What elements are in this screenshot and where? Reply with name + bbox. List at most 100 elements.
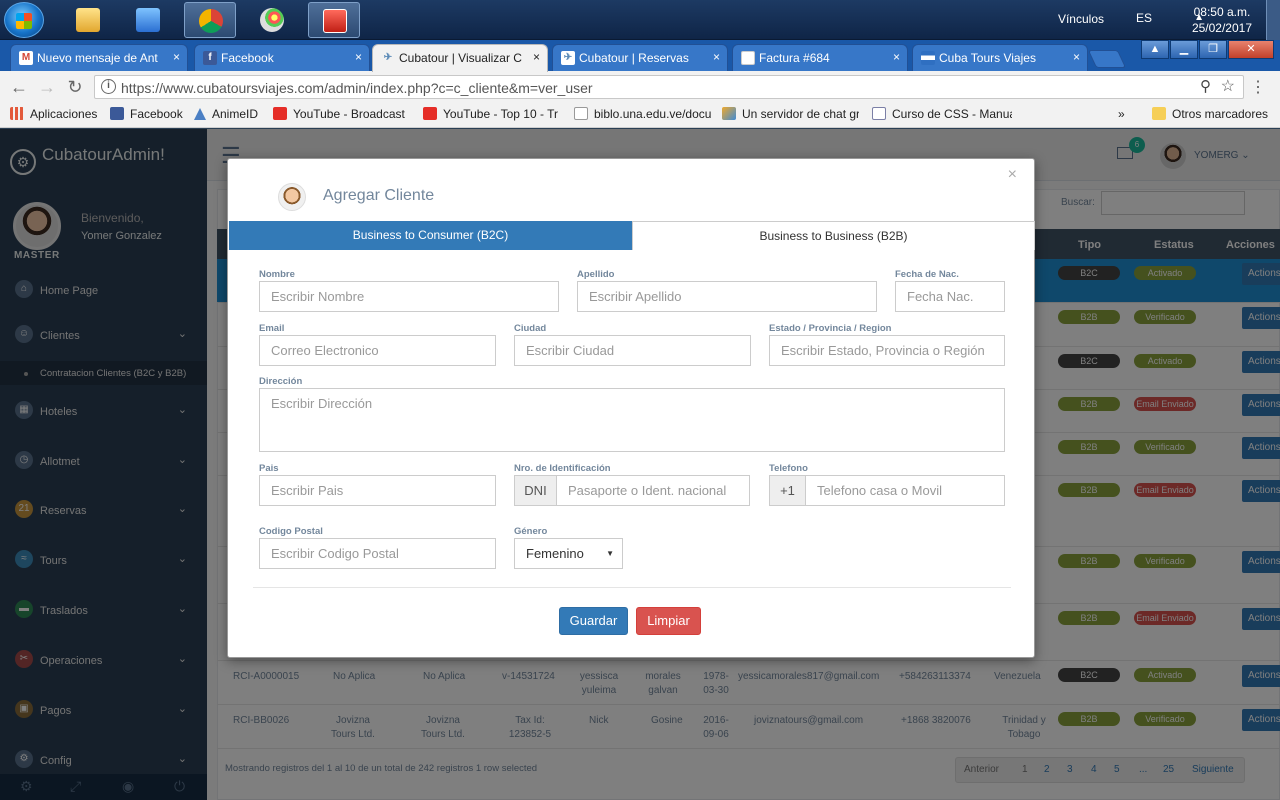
windows-taskbar: Vínculos ES ▲ 08:50 a.m. 25/02/2017 bbox=[0, 0, 1280, 40]
folder-icon bbox=[76, 8, 100, 32]
browser-tab[interactable]: Cuba Tours Viajes × bbox=[912, 44, 1088, 71]
genero-select[interactable]: Femenino ▼ bbox=[514, 538, 623, 569]
apellido-label: Apellido bbox=[577, 269, 615, 280]
app-taskbar-button[interactable] bbox=[308, 2, 360, 38]
bookmark-css[interactable]: Curso de CSS - Manua bbox=[872, 107, 1012, 121]
clock[interactable]: 08:50 a.m. 25/02/2017 bbox=[1192, 4, 1252, 36]
estado-input[interactable]: Escribir Estado, Provincia o Región bbox=[769, 335, 1005, 366]
forward-button[interactable]: → bbox=[36, 77, 58, 97]
browser-tab[interactable]: Factura #684 × bbox=[732, 44, 908, 71]
pais-label: Pais bbox=[259, 463, 279, 474]
zoom-icon[interactable]: ⚲ bbox=[1200, 77, 1211, 95]
caret-down-icon: ▼ bbox=[606, 549, 614, 558]
clock-time: 08:50 a.m. bbox=[1193, 5, 1251, 19]
pais-input[interactable]: Escribir Pais bbox=[259, 475, 496, 506]
plane-icon: ✈ bbox=[383, 52, 393, 63]
modal-divider bbox=[253, 587, 1011, 588]
apellido-input[interactable]: Escribir Apellido bbox=[577, 281, 877, 312]
email-input[interactable]: Correo Electronico bbox=[259, 335, 496, 366]
phone-prefix-addon: +1 bbox=[769, 475, 806, 506]
identificacion-input[interactable]: Pasaporte o Ident. nacional bbox=[556, 475, 750, 506]
bookmark-chat[interactable]: Un servidor de chat gr bbox=[722, 107, 859, 121]
tab-title: Cubatour | Reservas bbox=[579, 51, 689, 65]
facebook-icon: f bbox=[203, 51, 217, 65]
fecha-input[interactable]: Fecha Nac. bbox=[895, 281, 1005, 312]
bookmark-label: YouTube - Top 10 - Tr bbox=[443, 107, 558, 121]
show-desktop-button[interactable] bbox=[1266, 0, 1280, 40]
bookmark-facebook[interactable]: Facebook bbox=[110, 107, 183, 121]
close-tab-icon[interactable]: × bbox=[533, 50, 540, 64]
direccion-textarea[interactable]: Escribir Dirección bbox=[259, 388, 1005, 452]
telefono-input[interactable]: Telefono casa o Movil bbox=[805, 475, 1005, 506]
paint-taskbar-button[interactable] bbox=[246, 2, 298, 38]
dni-addon: DNI bbox=[514, 475, 557, 506]
browser-tab[interactable]: ✈ Cubatour | Reservas × bbox=[552, 44, 728, 71]
close-tab-icon[interactable]: × bbox=[713, 50, 720, 64]
facebook-icon bbox=[110, 107, 124, 120]
fecha-label: Fecha de Nac. bbox=[895, 269, 959, 280]
browser-menu-icon[interactable]: ⋮ bbox=[1250, 77, 1266, 97]
bookmark-biblo[interactable]: biblo.una.edu.ve/docu bbox=[574, 107, 711, 121]
youtube-icon bbox=[423, 107, 437, 120]
add-client-modal: × Agregar Cliente Business to Consumer (… bbox=[227, 158, 1035, 658]
ciudad-input[interactable]: Escribir Ciudad bbox=[514, 335, 751, 366]
explorer-taskbar-button[interactable] bbox=[62, 2, 114, 38]
minimize-button[interactable]: ▁ bbox=[1170, 40, 1198, 59]
postal-input[interactable]: Escribir Codigo Postal bbox=[259, 538, 496, 569]
tab-b2b[interactable]: Business to Business (B2B) bbox=[632, 221, 1035, 250]
close-tab-icon[interactable]: × bbox=[1073, 50, 1080, 64]
address-bar[interactable]: i https://www.cubatoursviajes.com/admin/… bbox=[94, 75, 1244, 99]
clear-button[interactable]: Limpiar bbox=[636, 607, 701, 635]
bookmark-youtube-top10[interactable]: YouTube - Top 10 - Tr bbox=[423, 107, 560, 121]
maximize-button[interactable]: ❐ bbox=[1199, 40, 1227, 59]
start-button[interactable] bbox=[4, 2, 44, 38]
bookmark-label: AnimeID bbox=[212, 107, 259, 121]
window-controls: ▲ ▁ ❐ ✕ bbox=[1140, 40, 1274, 60]
bookmark-other[interactable]: Otros marcadores bbox=[1152, 107, 1268, 121]
bookmark-animeid[interactable]: AnimeID bbox=[194, 107, 258, 121]
gmail-icon: M bbox=[19, 51, 33, 65]
close-tab-icon[interactable]: × bbox=[355, 50, 362, 64]
browser-toolbar: ← → ↻ i https://www.cubatoursviajes.com/… bbox=[0, 71, 1280, 103]
postal-label: Codigo Postal bbox=[259, 526, 323, 537]
browser-tab-active[interactable]: ✈ Cubatour | Visualizar C × bbox=[372, 44, 548, 72]
save-button[interactable]: Guardar bbox=[559, 607, 628, 635]
estado-label: Estado / Provincia / Region bbox=[769, 323, 892, 334]
bookmark-youtube-broadcast[interactable]: YouTube - Broadcast Y bbox=[273, 107, 408, 121]
profile-icon[interactable]: ▲ bbox=[1141, 40, 1169, 59]
chrome-icon bbox=[199, 9, 223, 33]
nombre-input[interactable]: Escribir Nombre bbox=[259, 281, 559, 312]
bookmarks-bar: Aplicaciones Facebook AnimeID YouTube - … bbox=[0, 103, 1280, 128]
close-tab-icon[interactable]: × bbox=[173, 50, 180, 64]
browser-tab[interactable]: f Facebook × bbox=[194, 44, 370, 71]
back-button[interactable]: ← bbox=[8, 77, 30, 97]
folder-icon bbox=[1152, 107, 1166, 120]
tab-title: Nuevo mensaje de Ant bbox=[37, 51, 158, 65]
genero-selected-value: Femenino bbox=[526, 546, 584, 561]
genero-label: Género bbox=[514, 526, 548, 537]
page-icon bbox=[574, 107, 588, 120]
close-icon[interactable]: × bbox=[1008, 166, 1017, 184]
ciudad-label: Ciudad bbox=[514, 323, 547, 334]
client-avatar-icon bbox=[278, 183, 306, 211]
bookmark-apps[interactable]: Aplicaciones bbox=[10, 107, 97, 121]
reload-button[interactable]: ↻ bbox=[64, 77, 86, 97]
bookmark-label: biblo.una.edu.ve/docu bbox=[594, 107, 711, 121]
tab-b2c[interactable]: Business to Consumer (B2C) bbox=[229, 221, 632, 250]
client-type-tabs: Business to Consumer (B2C) Business to B… bbox=[229, 221, 1035, 250]
bookmarks-overflow-icon[interactable]: » bbox=[1118, 107, 1125, 121]
chat-icon bbox=[722, 107, 736, 120]
browser-tab[interactable]: M Nuevo mensaje de Ant × bbox=[10, 44, 188, 71]
links-toolbar-label[interactable]: Vínculos bbox=[1058, 12, 1104, 26]
tab-title: Cuba Tours Viajes bbox=[939, 51, 1036, 65]
youtube-icon bbox=[273, 107, 287, 120]
info-icon[interactable]: i bbox=[101, 79, 116, 94]
chrome-taskbar-button[interactable] bbox=[184, 2, 236, 38]
close-window-button[interactable]: ✕ bbox=[1228, 40, 1274, 59]
bookmark-star-icon[interactable]: ☆ bbox=[1221, 76, 1235, 96]
media-player-taskbar-button[interactable] bbox=[122, 2, 174, 38]
clock-date: 25/02/2017 bbox=[1191, 21, 1252, 35]
close-tab-icon[interactable]: × bbox=[893, 50, 900, 64]
new-tab-button[interactable] bbox=[1087, 50, 1127, 68]
language-indicator[interactable]: ES bbox=[1136, 11, 1152, 25]
